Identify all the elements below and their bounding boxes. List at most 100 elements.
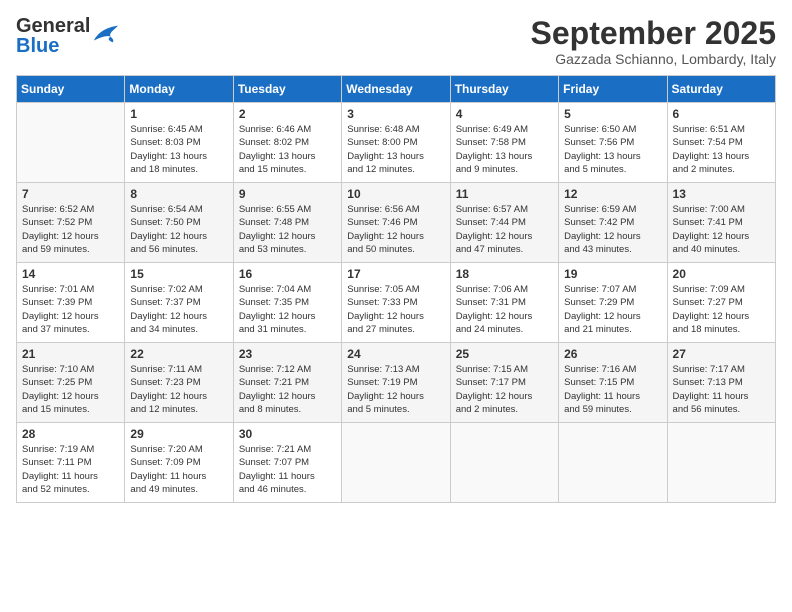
logo-name: General Blue xyxy=(16,16,90,56)
day-cell: 2 Sunrise: 6:46 AM Sunset: 8:02 PM Daylig… xyxy=(233,103,341,183)
day-number: 2 xyxy=(239,107,336,121)
logo: General Blue xyxy=(16,16,120,56)
week-row-4: 21 Sunrise: 7:10 AM Sunset: 7:25 PM Dayli… xyxy=(17,343,776,423)
day-number: 27 xyxy=(673,347,770,361)
day-cell: 26 Sunrise: 7:16 AM Sunset: 7:15 PM Dayli… xyxy=(559,343,667,423)
day-number: 22 xyxy=(130,347,227,361)
day-number: 30 xyxy=(239,427,336,441)
day-number: 26 xyxy=(564,347,661,361)
day-info: Sunrise: 6:49 AM Sunset: 7:58 PM Dayligh… xyxy=(456,123,553,176)
col-header-sunday: Sunday xyxy=(17,76,125,103)
day-number: 20 xyxy=(673,267,770,281)
col-header-monday: Monday xyxy=(125,76,233,103)
day-cell: 5 Sunrise: 6:50 AM Sunset: 7:56 PM Daylig… xyxy=(559,103,667,183)
header-row: SundayMondayTuesdayWednesdayThursdayFrid… xyxy=(17,76,776,103)
day-cell: 29 Sunrise: 7:20 AM Sunset: 7:09 PM Dayli… xyxy=(125,423,233,503)
day-cell xyxy=(17,103,125,183)
logo-general-text: General xyxy=(16,16,90,36)
day-info: Sunrise: 7:17 AM Sunset: 7:13 PM Dayligh… xyxy=(673,363,770,416)
day-info: Sunrise: 6:50 AM Sunset: 7:56 PM Dayligh… xyxy=(564,123,661,176)
day-cell: 1 Sunrise: 6:45 AM Sunset: 8:03 PM Daylig… xyxy=(125,103,233,183)
day-number: 29 xyxy=(130,427,227,441)
day-cell: 7Sunrise: 6:52 AM Sunset: 7:52 PM Daylig… xyxy=(17,183,125,263)
day-cell xyxy=(450,423,558,503)
day-number: 9 xyxy=(239,187,336,201)
day-info: Sunrise: 7:05 AM Sunset: 7:33 PM Dayligh… xyxy=(347,283,444,336)
day-info: Sunrise: 7:19 AM Sunset: 7:11 PM Dayligh… xyxy=(22,443,119,496)
day-cell: 8Sunrise: 6:54 AM Sunset: 7:50 PM Daylig… xyxy=(125,183,233,263)
day-number: 13 xyxy=(673,187,770,201)
day-number: 10 xyxy=(347,187,444,201)
day-cell: 28 Sunrise: 7:19 AM Sunset: 7:11 PM Dayli… xyxy=(17,423,125,503)
day-number: 3 xyxy=(347,107,444,121)
day-cell: 30Sunrise: 7:21 AM Sunset: 7:07 PM Dayli… xyxy=(233,423,341,503)
logo-blue-text: Blue xyxy=(16,36,90,56)
day-cell: 22 Sunrise: 7:11 AM Sunset: 7:23 PM Dayli… xyxy=(125,343,233,423)
title-block: September 2025 Gazzada Schianno, Lombard… xyxy=(531,16,776,67)
day-info: Sunrise: 7:06 AM Sunset: 7:31 PM Dayligh… xyxy=(456,283,553,336)
day-number: 4 xyxy=(456,107,553,121)
day-info: Sunrise: 7:16 AM Sunset: 7:15 PM Dayligh… xyxy=(564,363,661,416)
day-number: 19 xyxy=(564,267,661,281)
day-number: 15 xyxy=(130,267,227,281)
day-cell: 16 Sunrise: 7:04 AM Sunset: 7:35 PM Dayli… xyxy=(233,263,341,343)
day-info: Sunrise: 7:11 AM Sunset: 7:23 PM Dayligh… xyxy=(130,363,227,416)
day-number: 18 xyxy=(456,267,553,281)
day-info: Sunrise: 7:10 AM Sunset: 7:25 PM Dayligh… xyxy=(22,363,119,416)
calendar-table: SundayMondayTuesdayWednesdayThursdayFrid… xyxy=(16,75,776,503)
day-number: 28 xyxy=(22,427,119,441)
day-cell: 3 Sunrise: 6:48 AM Sunset: 8:00 PM Daylig… xyxy=(342,103,450,183)
day-cell: 13 Sunrise: 7:00 AM Sunset: 7:41 PM Dayli… xyxy=(667,183,775,263)
day-info: Sunrise: 6:54 AM Sunset: 7:50 PM Dayligh… xyxy=(130,203,227,256)
page-header: General Blue September 2025 Gazzada Schi… xyxy=(16,16,776,67)
day-cell: 12Sunrise: 6:59 AM Sunset: 7:42 PM Dayli… xyxy=(559,183,667,263)
week-row-3: 14 Sunrise: 7:01 AM Sunset: 7:39 PM Dayli… xyxy=(17,263,776,343)
day-cell: 10Sunrise: 6:56 AM Sunset: 7:46 PM Dayli… xyxy=(342,183,450,263)
week-row-5: 28 Sunrise: 7:19 AM Sunset: 7:11 PM Dayli… xyxy=(17,423,776,503)
day-info: Sunrise: 6:57 AM Sunset: 7:44 PM Dayligh… xyxy=(456,203,553,256)
month-title: September 2025 xyxy=(531,16,776,51)
day-number: 6 xyxy=(673,107,770,121)
day-cell: 23 Sunrise: 7:12 AM Sunset: 7:21 PM Dayli… xyxy=(233,343,341,423)
day-number: 23 xyxy=(239,347,336,361)
day-info: Sunrise: 6:48 AM Sunset: 8:00 PM Dayligh… xyxy=(347,123,444,176)
day-cell: 24Sunrise: 7:13 AM Sunset: 7:19 PM Dayli… xyxy=(342,343,450,423)
day-number: 11 xyxy=(456,187,553,201)
day-cell: 25Sunrise: 7:15 AM Sunset: 7:17 PM Dayli… xyxy=(450,343,558,423)
day-info: Sunrise: 7:15 AM Sunset: 7:17 PM Dayligh… xyxy=(456,363,553,416)
day-cell: 15 Sunrise: 7:02 AM Sunset: 7:37 PM Dayli… xyxy=(125,263,233,343)
day-cell: 18 Sunrise: 7:06 AM Sunset: 7:31 PM Dayli… xyxy=(450,263,558,343)
day-info: Sunrise: 6:45 AM Sunset: 8:03 PM Dayligh… xyxy=(130,123,227,176)
day-cell xyxy=(342,423,450,503)
day-info: Sunrise: 7:00 AM Sunset: 7:41 PM Dayligh… xyxy=(673,203,770,256)
day-cell: 14 Sunrise: 7:01 AM Sunset: 7:39 PM Dayli… xyxy=(17,263,125,343)
week-row-1: 1 Sunrise: 6:45 AM Sunset: 8:03 PM Daylig… xyxy=(17,103,776,183)
day-info: Sunrise: 7:20 AM Sunset: 7:09 PM Dayligh… xyxy=(130,443,227,496)
col-header-thursday: Thursday xyxy=(450,76,558,103)
day-info: Sunrise: 7:07 AM Sunset: 7:29 PM Dayligh… xyxy=(564,283,661,336)
day-cell: 4 Sunrise: 6:49 AM Sunset: 7:58 PM Daylig… xyxy=(450,103,558,183)
day-number: 21 xyxy=(22,347,119,361)
day-cell: 20 Sunrise: 7:09 AM Sunset: 7:27 PM Dayli… xyxy=(667,263,775,343)
day-info: Sunrise: 7:02 AM Sunset: 7:37 PM Dayligh… xyxy=(130,283,227,336)
col-header-friday: Friday xyxy=(559,76,667,103)
logo-bird-icon xyxy=(92,23,120,45)
day-number: 14 xyxy=(22,267,119,281)
day-number: 16 xyxy=(239,267,336,281)
col-header-wednesday: Wednesday xyxy=(342,76,450,103)
day-info: Sunrise: 7:01 AM Sunset: 7:39 PM Dayligh… xyxy=(22,283,119,336)
day-info: Sunrise: 6:46 AM Sunset: 8:02 PM Dayligh… xyxy=(239,123,336,176)
day-cell xyxy=(667,423,775,503)
day-number: 5 xyxy=(564,107,661,121)
day-info: Sunrise: 6:51 AM Sunset: 7:54 PM Dayligh… xyxy=(673,123,770,176)
day-cell: 9Sunrise: 6:55 AM Sunset: 7:48 PM Daylig… xyxy=(233,183,341,263)
day-number: 1 xyxy=(130,107,227,121)
day-cell: 21 Sunrise: 7:10 AM Sunset: 7:25 PM Dayli… xyxy=(17,343,125,423)
day-info: Sunrise: 7:04 AM Sunset: 7:35 PM Dayligh… xyxy=(239,283,336,336)
day-info: Sunrise: 7:09 AM Sunset: 7:27 PM Dayligh… xyxy=(673,283,770,336)
day-info: Sunrise: 7:13 AM Sunset: 7:19 PM Dayligh… xyxy=(347,363,444,416)
col-header-tuesday: Tuesday xyxy=(233,76,341,103)
day-cell: 6 Sunrise: 6:51 AM Sunset: 7:54 PM Daylig… xyxy=(667,103,775,183)
day-number: 7 xyxy=(22,187,119,201)
day-info: Sunrise: 7:12 AM Sunset: 7:21 PM Dayligh… xyxy=(239,363,336,416)
